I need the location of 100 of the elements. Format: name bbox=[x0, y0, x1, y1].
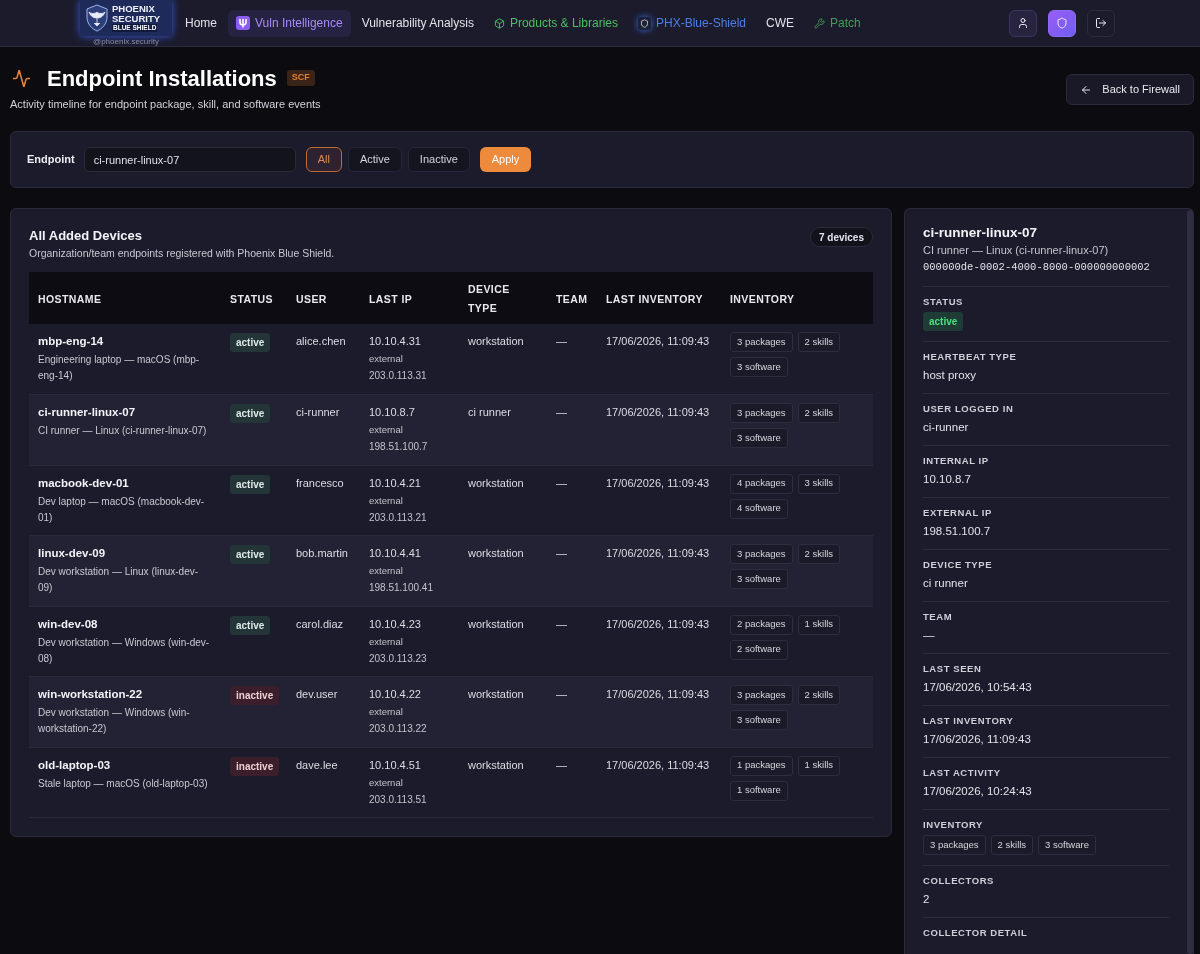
table-row[interactable]: mbp-eng-14 Engineering laptop — macOS (mbp-eng-14) active alice.chen 10.10.4.31 external 203.0.113.31 workstation — 17/06/2026, 11:09:43 3 packages 2 skills 3 software bbox=[29, 324, 873, 395]
logout-button[interactable] bbox=[1087, 9, 1115, 37]
scrollbar-thumb[interactable] bbox=[1187, 210, 1193, 954]
ip-label: external bbox=[369, 705, 403, 719]
nav-link[interactable]: Products & Libraries bbox=[484, 9, 627, 37]
ip-address: 203.0.113.21 bbox=[369, 510, 427, 525]
inventory-tag: 3 software bbox=[730, 428, 788, 448]
inventory-tag: 3 packages bbox=[730, 403, 793, 423]
hostname-text: win-workstation-22 bbox=[38, 687, 143, 702]
device-count-badge: 7 devices bbox=[809, 227, 873, 247]
device-type-text: workstation bbox=[468, 616, 524, 632]
hostname-text: linux-dev-09 bbox=[38, 546, 106, 561]
shield-icon bbox=[637, 16, 651, 30]
user-text: ci-runner bbox=[296, 405, 340, 420]
device-type-text: workstation bbox=[468, 757, 524, 773]
user-text: bob.martin bbox=[296, 546, 348, 561]
table-row[interactable]: ci-runner-linux-07 CI runner — Linux (ci-runner-linux-07) active ci-runner 10.10.8.7 external 198.51.100.7 ci runner — 17/06/2026, 11:09:43 3 packages 2 skills 3 software bbox=[29, 394, 873, 465]
filter-button[interactable]: All bbox=[305, 147, 342, 172]
inventory-tag: 3 software bbox=[730, 569, 788, 589]
table-row[interactable]: win-workstation-22 Dev workstation — Windows (win-workstation-22) inactive dev.user 10.10.4.22 external 203.0.113.22 workstation — 17/06/2026, 11:09:43 3 packages 2 skills 3 software bbox=[29, 676, 873, 747]
inventory-tag: 2 skills bbox=[797, 403, 841, 423]
ip-address: 203.0.113.22 bbox=[369, 722, 427, 736]
table-row[interactable]: old-laptop-03 Stale laptop — macOS (old-laptop-03) inactive dave.lee 10.10.4.51 external 203.0.113.51 workstation — 17/06/2026, 11:09:43 1 packages 1 skills 1 software bbox=[29, 747, 873, 818]
device-type-text: workstation bbox=[468, 334, 524, 349]
activity-icon bbox=[12, 68, 31, 88]
inventory-tag: 1 software bbox=[730, 780, 788, 801]
shield-icon bbox=[1056, 17, 1068, 29]
device-type-text: ci runner bbox=[468, 405, 511, 420]
status-badge: active bbox=[230, 545, 271, 564]
logo-text: SECURITY bbox=[112, 14, 161, 24]
user-text: francesco bbox=[296, 475, 344, 491]
bird-shield-icon bbox=[85, 4, 109, 32]
team-text: — bbox=[556, 475, 567, 491]
timestamp-text: 17/06/2026, 11:09:43 bbox=[606, 475, 710, 491]
user-text: dave.lee bbox=[296, 757, 338, 773]
field-value: host proxy bbox=[923, 368, 977, 383]
user-icon bbox=[1017, 17, 1029, 29]
filter-button[interactable]: Inactive bbox=[407, 147, 470, 172]
timestamp-text: 17/06/2026, 11:09:43 bbox=[606, 757, 710, 773]
arrow-left-icon bbox=[1080, 83, 1093, 96]
page-subtitle: Activity timeline for endpoint package, skill, and software events bbox=[10, 97, 321, 111]
inventory-tag: 3 packages bbox=[923, 835, 986, 855]
nav-link[interactable]: PHX-Blue-Shield bbox=[628, 9, 755, 37]
inventory-tag: 1 skills bbox=[797, 614, 841, 635]
endpoint-input[interactable]: ci-runner-linux-07 bbox=[83, 147, 296, 172]
column-header: INVENTORY bbox=[730, 292, 795, 305]
nav-link[interactable]: Vuln Intelligence bbox=[228, 9, 351, 37]
ip-address: 198.51.100.7 bbox=[369, 440, 428, 454]
inventory-tag: 2 packages bbox=[730, 614, 793, 635]
device-description: Dev workstation — Windows (win-workstation-22) bbox=[38, 706, 191, 736]
table-row[interactable]: macbook-dev-01 Dev laptop — macOS (macbook-dev-01) active francesco 10.10.4.21 external 203.0.113.21 workstation — 17/06/2026, 11:09:43 4 packages 3 skills 4 software bbox=[29, 465, 873, 536]
ip-address: 10.10.4.23 bbox=[369, 616, 421, 632]
team-text: — bbox=[556, 757, 567, 773]
inventory-tag: 2 skills bbox=[797, 544, 841, 564]
filter-button[interactable]: Active bbox=[347, 147, 402, 172]
ip-address: 10.10.4.21 bbox=[369, 475, 421, 491]
inventory-tag: 2 skills bbox=[990, 835, 1034, 855]
ip-address: 10.10.4.41 bbox=[369, 546, 421, 561]
status-badge: active bbox=[230, 615, 271, 635]
ip-address: 10.10.8.7 bbox=[369, 405, 415, 420]
hostname-text: macbook-dev-01 bbox=[38, 475, 129, 491]
field-value: — bbox=[923, 628, 935, 643]
device-description: Dev workstation — Windows (win-dev-08) bbox=[38, 635, 211, 666]
ip-address: 198.51.100.41 bbox=[369, 581, 433, 595]
table-row[interactable]: win-dev-08 Dev workstation — Windows (win-dev-08) active carol.diaz 10.10.4.23 external 203.0.113.23 workstation — 17/06/2026, 11:09:43 2 packages 1 skills 2 software bbox=[29, 606, 873, 677]
inventory-tag: 3 software bbox=[730, 357, 788, 377]
nav-link[interactable]: CWE bbox=[757, 9, 803, 37]
column-header: STATUS bbox=[230, 292, 273, 305]
field-label: DEVICE TYPE bbox=[923, 559, 993, 571]
logo-text: PHOENIX bbox=[112, 4, 155, 14]
inventory-tag: 3 software bbox=[730, 710, 788, 730]
inventory-tag: 4 software bbox=[730, 498, 788, 519]
column-header: LAST INVENTORY bbox=[606, 292, 703, 305]
logo-handle: @phoenix.security bbox=[93, 37, 159, 46]
field-label: USER LOGGED IN bbox=[923, 403, 1014, 415]
field-label: COLLECTORS bbox=[923, 875, 994, 887]
ip-address: 10.10.4.31 bbox=[369, 334, 421, 349]
back-button[interactable]: Back to Firewall bbox=[1066, 74, 1194, 105]
nav-link[interactable]: Vulnerability Analysis bbox=[352, 9, 483, 37]
field-label: INTERNAL IP bbox=[923, 455, 989, 467]
nav-link[interactable]: Home bbox=[176, 9, 226, 37]
timestamp-text: 17/06/2026, 11:09:43 bbox=[606, 616, 710, 632]
timestamp-text: 17/06/2026, 11:09:43 bbox=[606, 405, 710, 420]
field-value: 17/06/2026, 11:09:43 bbox=[923, 732, 1031, 747]
team-text: — bbox=[556, 616, 567, 632]
detail-title: ci-runner-linux-07 bbox=[923, 224, 1039, 241]
field-value: 17/06/2026, 10:24:43 bbox=[923, 784, 1032, 799]
ip-address: 203.0.113.31 bbox=[369, 369, 427, 383]
hostname-text: win-dev-08 bbox=[38, 616, 98, 632]
status-badge: active bbox=[230, 404, 271, 423]
table-row[interactable]: linux-dev-09 Dev workstation — Linux (linux-dev-09) active bob.martin 10.10.4.41 external 198.51.100.41 workstation — 17/06/2026, 11:09:43 3 packages 2 skills 3 software bbox=[29, 535, 873, 606]
status-badge: active bbox=[230, 333, 271, 352]
device-type-text: workstation bbox=[468, 475, 524, 491]
team-text: — bbox=[556, 334, 567, 349]
user-text: alice.chen bbox=[296, 334, 346, 349]
ip-address: 10.10.4.22 bbox=[369, 687, 421, 702]
shield-button[interactable] bbox=[1048, 9, 1076, 37]
nav-link[interactable]: Patch bbox=[805, 9, 870, 37]
profile-button[interactable] bbox=[1009, 9, 1037, 37]
page-title: Endpoint Installations bbox=[47, 64, 277, 93]
